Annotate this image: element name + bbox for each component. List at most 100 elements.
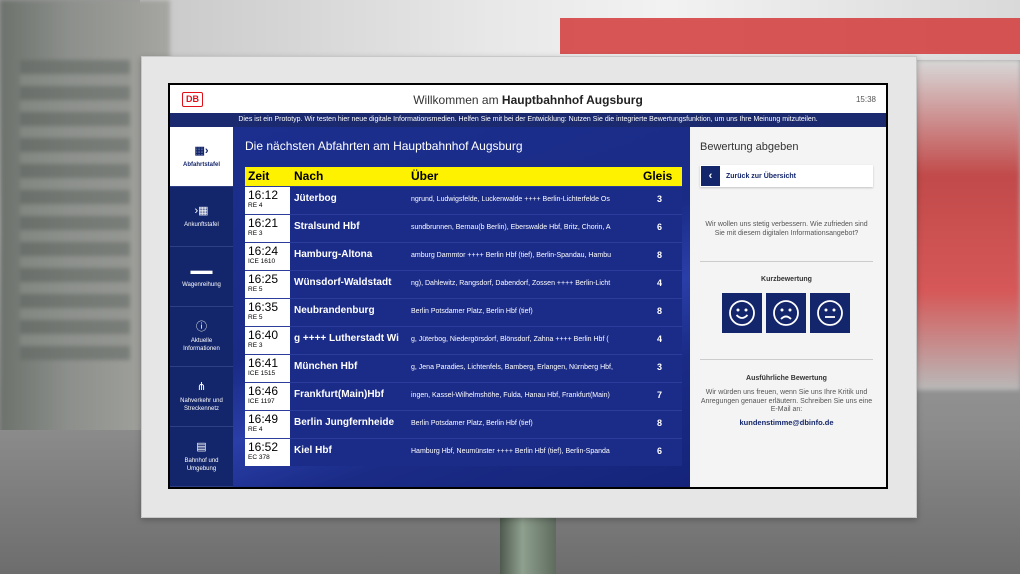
station-icon: ▤ xyxy=(196,440,207,453)
destination: Jüterbog xyxy=(294,193,337,204)
track: 7 xyxy=(656,390,662,400)
sidebar-item-label: Ankunftstafel xyxy=(184,221,219,228)
table-row: 16:12 RE 4 Jüterbog ngrund, Ludwigsfelde, L… xyxy=(245,186,682,214)
time-cell: 16:12 RE 4 xyxy=(245,187,290,214)
departure-board: Die nächsten Abfahrten am Hauptbahnhof A… xyxy=(233,127,690,487)
train-formation-icon: ▬▬ xyxy=(190,264,213,277)
sidebar-item-wagenreihung[interactable]: ▬▬ Wagenreihung xyxy=(170,247,233,307)
via-stations: sundbrunnen, Bernau(b Berlin), Eberswald… xyxy=(411,224,611,231)
destination: Frankfurt(Main)Hbf xyxy=(294,389,384,400)
rating-panel: Bewertung abgeben ‹ Zurück zur Übersicht… xyxy=(690,127,886,487)
track: 4 xyxy=(656,334,662,344)
track: 4 xyxy=(656,278,662,288)
table-row: 16:21 RE 3 Stralsund Hbf sundbrunnen, Berna… xyxy=(245,214,682,242)
frown-icon xyxy=(773,300,799,326)
table-row: 16:35 RE 5 Neubrandenburg Berlin Potsdamer … xyxy=(245,298,682,326)
track: 8 xyxy=(656,250,662,260)
track: 8 xyxy=(656,306,662,316)
track: 3 xyxy=(656,362,662,372)
sidebar-item-nahverkehr[interactable]: ⋔ Nahverkehr und Streckennetz xyxy=(170,367,233,427)
rate-neutral-button[interactable] xyxy=(810,293,850,333)
time-cell: 16:24 ICE 1610 xyxy=(245,243,290,270)
destination: Stralsund Hbf xyxy=(294,221,360,232)
sidebar: ▦› Abfahrtstafel ›▦ Ankunftstafel ▬▬ Wag… xyxy=(170,127,233,487)
back-to-overview-button[interactable]: ‹ Zurück zur Übersicht xyxy=(700,165,873,187)
neutral-icon xyxy=(817,300,843,326)
track: 6 xyxy=(656,446,662,456)
rate-good-button[interactable] xyxy=(722,293,762,333)
sidebar-item-abfahrtstafel[interactable]: ▦› Abfahrtstafel xyxy=(170,127,233,187)
time-cell: 16:21 RE 3 xyxy=(245,215,290,242)
destination: Neubrandenburg xyxy=(294,305,375,316)
train-number: RE 5 xyxy=(248,314,263,321)
network-icon: ⋔ xyxy=(196,380,207,393)
train-number: EC 378 xyxy=(248,454,270,461)
sidebar-item-label: Nahverkehr und Streckennetz xyxy=(180,397,223,412)
train-number: RE 5 xyxy=(248,286,263,293)
board-title: Die nächsten Abfahrten am Hauptbahnhof A… xyxy=(245,139,523,153)
destination: München Hbf xyxy=(294,361,358,372)
departure-time: 16:40 xyxy=(248,328,279,342)
departure-time: 16:25 xyxy=(248,272,279,286)
table-row: 16:46 ICE 1197 Frankfurt(Main)Hbf ingen, Ka… xyxy=(245,382,682,410)
sidebar-item-bahnhof[interactable]: ▤ Bahnhof und Umgebung xyxy=(170,427,233,487)
time-cell: 16:41 ICE 1515 xyxy=(245,355,290,382)
departure-time: 16:49 xyxy=(248,412,279,426)
display-screen: DB Willkommen am Hauptbahnhof Augsburg 1… xyxy=(168,83,888,489)
table-row: 16:25 RE 5 Wünsdorf-Waldstadt ng), Dahlewit… xyxy=(245,270,682,298)
departure-table: Zeit Nach Über Gleis 16:12 RE 4 Jüterbog ng… xyxy=(245,167,682,466)
chevron-left-icon: ‹ xyxy=(701,166,720,186)
departure-time: 16:46 xyxy=(248,384,279,398)
display-pole xyxy=(500,515,556,574)
departure-time: 16:24 xyxy=(248,244,279,258)
destination: g ++++ Lutherstadt Wi xyxy=(294,333,399,344)
background-train xyxy=(560,18,1020,54)
column-time: Zeit xyxy=(248,169,270,183)
table-header: Zeit Nach Über Gleis xyxy=(245,167,682,186)
info-icon: ⓘ xyxy=(196,320,207,333)
column-destination: Nach xyxy=(294,169,324,183)
rating-title: Bewertung abgeben xyxy=(700,141,799,153)
table-row: 16:52 EC 378 Kiel Hbf Hamburg Hbf, Neumünst… xyxy=(245,438,682,466)
welcome-title: Willkommen am Hauptbahnhof Augsburg xyxy=(170,93,886,107)
welcome-prefix: Willkommen am xyxy=(413,93,499,107)
time-cell: 16:52 EC 378 xyxy=(245,439,290,466)
table-row: 16:40 RE 3 g ++++ Lutherstadt Wi g, Jüterbo… xyxy=(245,326,682,354)
time-cell: 16:46 ICE 1197 xyxy=(245,383,290,410)
sidebar-item-ankunftstafel[interactable]: ›▦ Ankunftstafel xyxy=(170,187,233,247)
via-stations: ng), Dahlewitz, Rangsdorf, Dabendorf, Zo… xyxy=(411,280,611,287)
divider xyxy=(700,359,873,360)
arrivals-icon: ›▦ xyxy=(194,204,209,217)
divider xyxy=(700,261,873,262)
smile-icon xyxy=(729,300,755,326)
back-label: Zurück zur Übersicht xyxy=(726,172,797,180)
table-row: 16:41 ICE 1515 München Hbf g, Jena Paradies… xyxy=(245,354,682,382)
time-cell: 16:40 RE 3 xyxy=(245,327,290,354)
sidebar-item-label: Aktuelle Informationen xyxy=(183,337,220,352)
quick-rating-faces xyxy=(722,293,850,333)
train-number: RE 3 xyxy=(248,230,263,237)
time-cell: 16:35 RE 5 xyxy=(245,299,290,326)
via-stations: ngrund, Ludwigsfelde, Luckenwalde ++++ B… xyxy=(411,196,610,203)
departure-time: 16:52 xyxy=(248,440,279,454)
prototype-banner: Dies ist ein Prototyp. Wir testen hier n… xyxy=(170,113,886,127)
feedback-email-link[interactable]: kundenstimme@dbinfo.de xyxy=(700,418,873,427)
column-track: Gleis xyxy=(643,169,673,183)
track: 8 xyxy=(656,418,662,428)
departure-time: 16:12 xyxy=(248,188,279,202)
train-number: ICE 1197 xyxy=(248,398,275,405)
destination: Hamburg-Altona xyxy=(294,249,373,260)
sidebar-item-aktuelle-informationen[interactable]: ⓘ Aktuelle Informationen xyxy=(170,307,233,367)
rate-bad-button[interactable] xyxy=(766,293,806,333)
departure-time: 16:41 xyxy=(248,356,279,370)
destination: Berlin Jungfernheide xyxy=(294,417,395,428)
time-cell: 16:49 RE 4 xyxy=(245,411,290,438)
departure-time: 16:35 xyxy=(248,300,279,314)
via-stations: Berlin Potsdamer Platz, Berlin Hbf (tief… xyxy=(411,420,533,427)
background-right xyxy=(910,60,1020,390)
via-stations: amburg Dammtor ++++ Berlin Hbf (tief), B… xyxy=(411,252,611,259)
welcome-station: Hauptbahnhof Augsburg xyxy=(501,93,643,107)
via-stations: g, Jüterbog, Niedergörsdorf, Blönsdorf, … xyxy=(411,336,609,343)
destination: Wünsdorf-Waldstadt xyxy=(294,277,392,288)
via-stations: Berlin Potsdamer Platz, Berlin Hbf (tief… xyxy=(411,308,533,315)
